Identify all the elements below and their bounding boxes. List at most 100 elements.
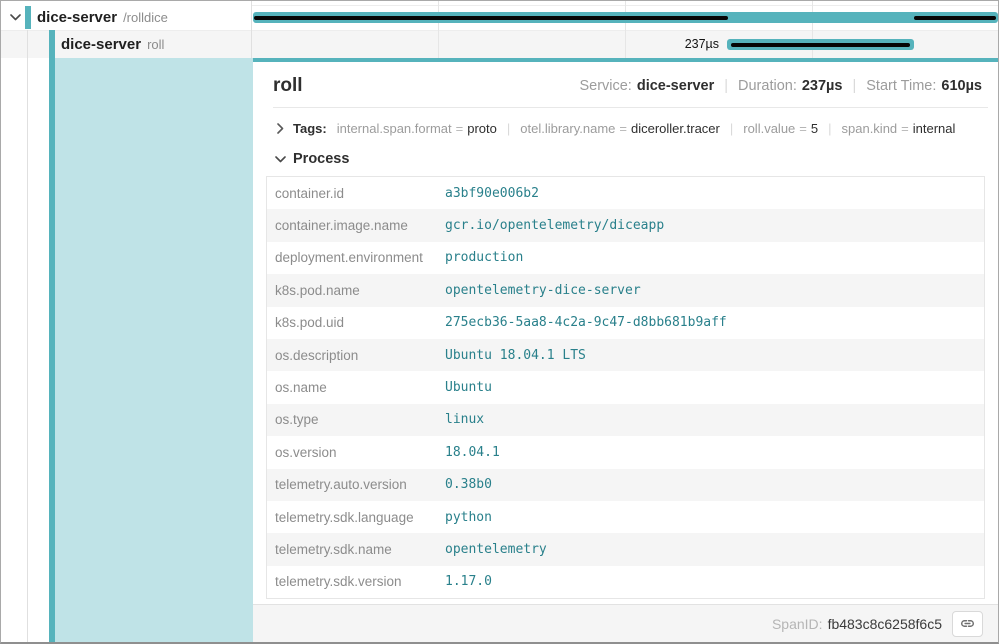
duration-value: 237µs [802,78,843,94]
process-key: os.name [267,380,437,395]
process-value: production [437,250,984,265]
span-tree-row-child[interactable]: dice-server roll [1,30,251,58]
tag-value: 5 [811,121,818,136]
process-value: 18.04.1 [437,445,984,460]
chevron-down-icon[interactable] [8,11,22,25]
span-overview-meta: Service: dice-server | Duration: 237µs |… [579,78,982,94]
process-key: os.version [267,445,437,460]
tree-indent-guide [27,30,28,642]
start-time-label: Start Time: [866,78,936,94]
tag-pair: internal.span.format =proto [337,121,497,136]
tag-value: diceroller.tracer [631,121,720,136]
process-value: linux [437,412,984,427]
tags-heading: Tags: [293,121,327,136]
process-value: Ubuntu 18.04.1 LTS [437,348,984,363]
tag-value: internal [913,121,956,136]
process-row: telemetry.sdk.languagepython [267,501,984,533]
tag-key: span.kind [842,121,898,136]
process-row: k8s.pod.uid275ecb36-5aa8-4c2a-9c47-d8bb6… [267,307,984,339]
process-row: container.ida3bf90e006b2 [267,177,984,209]
tag-separator: | [828,121,831,136]
process-table: container.ida3bf90e006b2container.image.… [266,176,985,599]
deep-link-button[interactable] [952,611,983,637]
service-color-bar [49,30,55,58]
process-key: telemetry.sdk.language [267,510,437,525]
tag-pair: span.kind= internal [842,121,956,136]
operation-name: /rolldice [123,10,168,25]
process-key: deployment.environment [267,250,437,265]
tags-list: internal.span.format=proto|otel.library.… [327,121,956,136]
tag-key: internal.span.format [337,121,452,136]
start-time-value: 610µs [941,78,982,94]
process-value: 275ecb36-5aa8-4c2a-9c47-d8bb681b9aff [437,315,984,330]
tags-accordion-toggle[interactable]: Tags: internal.span.format=proto|otel.li… [273,115,982,141]
service-label: Service: [579,78,631,94]
process-row: container.image.namegcr.io/opentelemetry… [267,209,984,241]
span-detail-panel: roll Service: dice-server | Duration: 23… [253,58,998,642]
process-key: telemetry.sdk.version [267,574,437,589]
meta-separator: | [852,78,856,94]
process-key: container.id [267,186,437,201]
process-value: 1.17.0 [437,574,984,589]
process-row: telemetry.auto.version0.38b0 [267,469,984,501]
process-heading: Process [293,151,349,167]
process-row: k8s.pod.nameopentelemetry-dice-server [267,274,984,306]
span-self-time-segment [254,16,728,21]
process-key: telemetry.sdk.name [267,542,437,557]
chevron-right-icon [273,121,287,135]
process-accordion-toggle[interactable]: Process [273,148,982,170]
name-column-divider[interactable] [251,1,252,58]
process-row: telemetry.sdk.nameopentelemetry [267,533,984,565]
process-value: python [437,510,984,525]
process-value: a3bf90e006b2 [437,186,984,201]
process-row: os.version18.04.1 [267,436,984,468]
tag-value: proto [467,121,497,136]
meta-separator: | [724,78,728,94]
header-divider [273,107,988,108]
process-value: opentelemetry [437,542,984,557]
spanid-value: fb483c8c6258f6c5 [828,616,942,632]
tag-equals: = [456,121,464,136]
child-span-duration-label: 237µs [591,37,719,51]
span-detail-title: roll [273,75,303,97]
process-row: telemetry.sdk.version1.17.0 [267,566,984,598]
service-name: dice-server [61,36,141,53]
process-key: os.type [267,412,437,427]
tag-separator: | [507,121,510,136]
selected-span-highlight [55,58,253,642]
spanid-label: SpanID: [772,616,823,632]
span-tree-row-parent[interactable]: dice-server /rolldice [1,5,251,30]
tag-separator: | [730,121,733,136]
process-key: container.image.name [267,218,437,233]
trace-detail-window: dice-server /rolldice dice-server roll 2… [0,0,999,644]
operation-name: roll [147,37,164,52]
span-self-time-segment [731,43,910,47]
tag-pair: roll.value = 5 [743,121,818,136]
process-row: os.nameUbuntu [267,371,984,403]
process-key: k8s.pod.uid [267,315,437,330]
process-value: 0.38b0 [437,477,984,492]
service-color-bar [25,6,31,29]
service-name: dice-server [37,9,117,26]
tag-pair: otel.library.name = diceroller.tracer [520,121,720,136]
timeline-grid-line [438,1,439,58]
process-row: os.typelinux [267,404,984,436]
tag-equals: = [619,121,627,136]
chevron-down-icon [273,152,287,166]
detail-header: roll Service: dice-server | Duration: 23… [273,75,982,97]
process-value: Ubuntu [437,380,984,395]
tag-key: roll.value [743,121,795,136]
process-key: telemetry.auto.version [267,477,437,492]
span-self-time-segment [914,16,996,21]
process-value: opentelemetry-dice-server [437,283,984,298]
tag-key: otel.library.name [520,121,615,136]
duration-label: Duration: [738,78,797,94]
process-key: k8s.pod.name [267,283,437,298]
process-key: os.description [267,348,437,363]
process-row: deployment.environmentproduction [267,242,984,274]
detail-footer: SpanID: fb483c8c6258f6c5 [253,604,998,642]
tag-equals: = [901,121,909,136]
tag-equals: = [799,121,807,136]
service-value: dice-server [637,78,714,94]
process-row: os.descriptionUbuntu 18.04.1 LTS [267,339,984,371]
